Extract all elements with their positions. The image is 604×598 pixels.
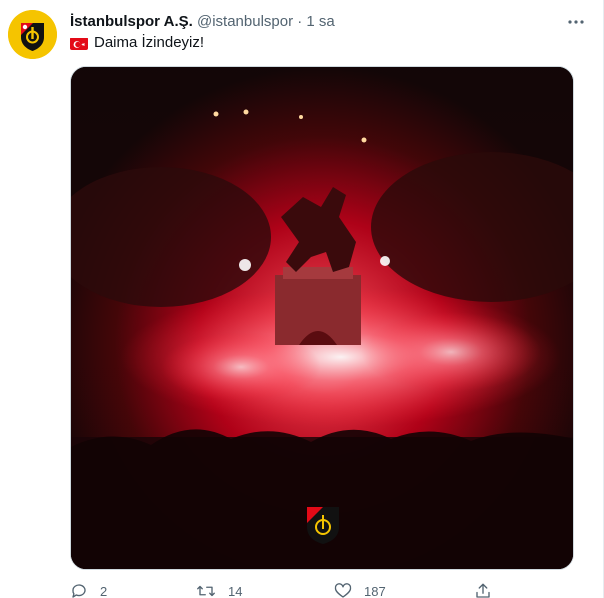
like-count: 187 <box>364 583 386 598</box>
heart-icon <box>334 583 352 598</box>
photo-image <box>71 67 573 569</box>
tweet-text: Daima İzindeyiz! <box>70 33 204 53</box>
tweet-actions: 2 14 187 <box>70 580 510 598</box>
share-button[interactable] <box>474 580 504 598</box>
timestamp[interactable]: 1 sa <box>306 13 334 30</box>
club-logo-icon <box>8 10 57 59</box>
turkey-flag-icon <box>70 37 88 50</box>
retweet-count: 14 <box>228 583 243 598</box>
reply-count: 2 <box>100 583 108 598</box>
tweet-header: İstanbulspor A.Ş. @istanbulspor · 1 sa <box>70 12 559 32</box>
retweet-icon <box>197 585 215 597</box>
reply-button[interactable]: 2 <box>70 580 107 598</box>
share-icon <box>476 583 490 598</box>
reply-icon <box>72 584 86 598</box>
display-name[interactable]: İstanbulspor A.Ş. <box>70 13 193 30</box>
tweet-photo[interactable] <box>70 66 574 570</box>
tweet-text-content: Daima İzindeyiz! <box>94 34 205 51</box>
more-icon <box>568 20 584 24</box>
like-button[interactable]: 187 <box>334 580 386 598</box>
retweet-button[interactable]: 14 <box>196 580 242 598</box>
avatar[interactable] <box>8 10 57 59</box>
separator-dot: · <box>297 13 303 30</box>
tweet-card[interactable]: İstanbulspor A.Ş. @istanbulspor · 1 sa D… <box>0 0 604 598</box>
more-options-button[interactable] <box>563 12 589 32</box>
user-handle[interactable]: @istanbulspor <box>197 13 293 30</box>
